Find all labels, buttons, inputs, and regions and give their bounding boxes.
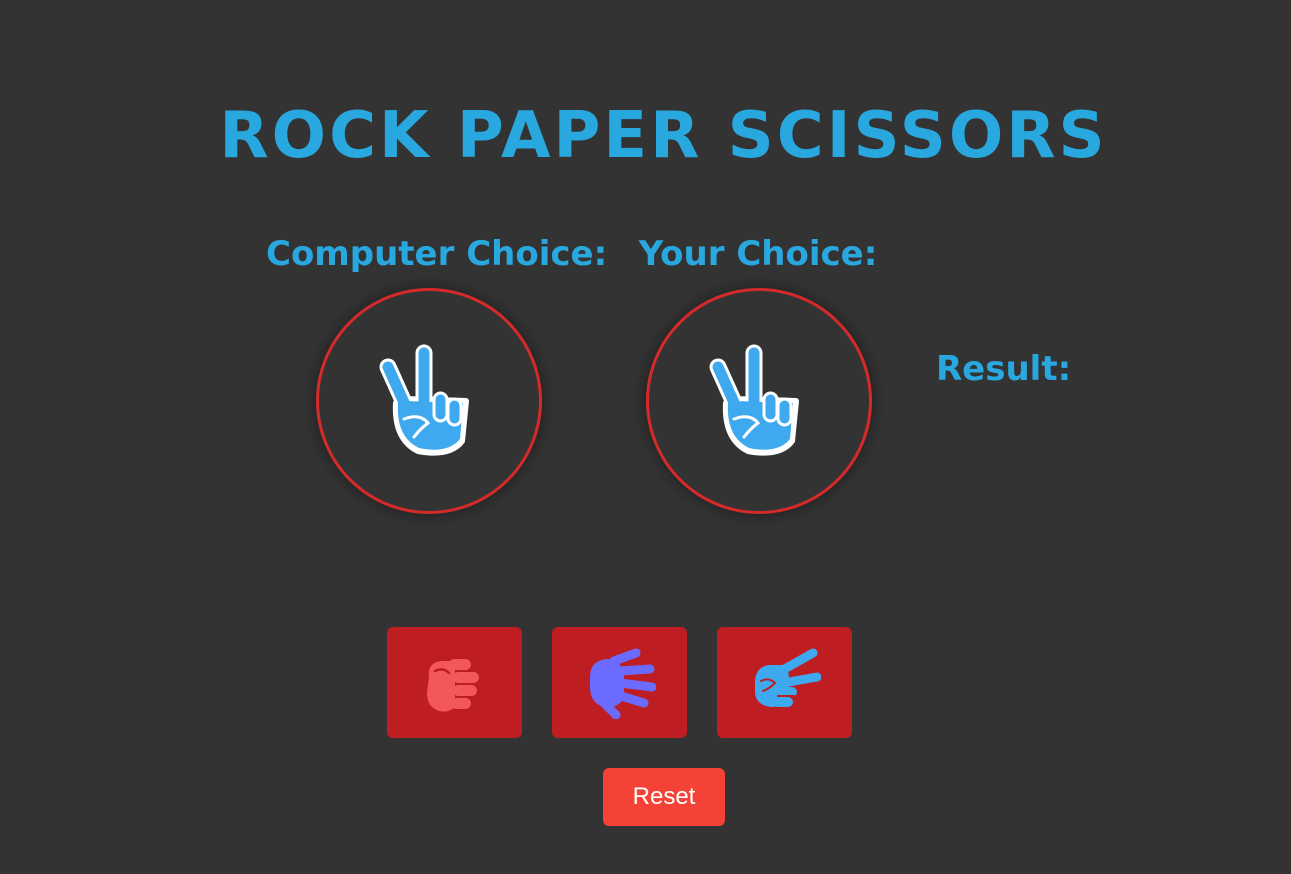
your-choice-label: Your Choice: <box>638 234 878 274</box>
computer-choice-label: Computer Choice: <box>266 234 608 274</box>
victory-hand-icon <box>709 344 799 456</box>
victory-hand-icon <box>379 344 469 456</box>
scissors-button[interactable] <box>717 627 852 738</box>
paper-button[interactable] <box>552 627 687 738</box>
victory-hand-icon <box>754 648 821 707</box>
fist-icon <box>426 658 479 711</box>
computer-choice-display <box>316 288 542 514</box>
your-choice-display <box>646 288 872 514</box>
page-title: ROCK PAPER SCISSORS <box>219 99 1108 173</box>
result-label: Result: <box>936 349 1072 389</box>
open-hand-icon <box>589 648 656 719</box>
rock-button[interactable] <box>387 627 522 738</box>
reset-button[interactable]: Reset <box>603 768 725 826</box>
